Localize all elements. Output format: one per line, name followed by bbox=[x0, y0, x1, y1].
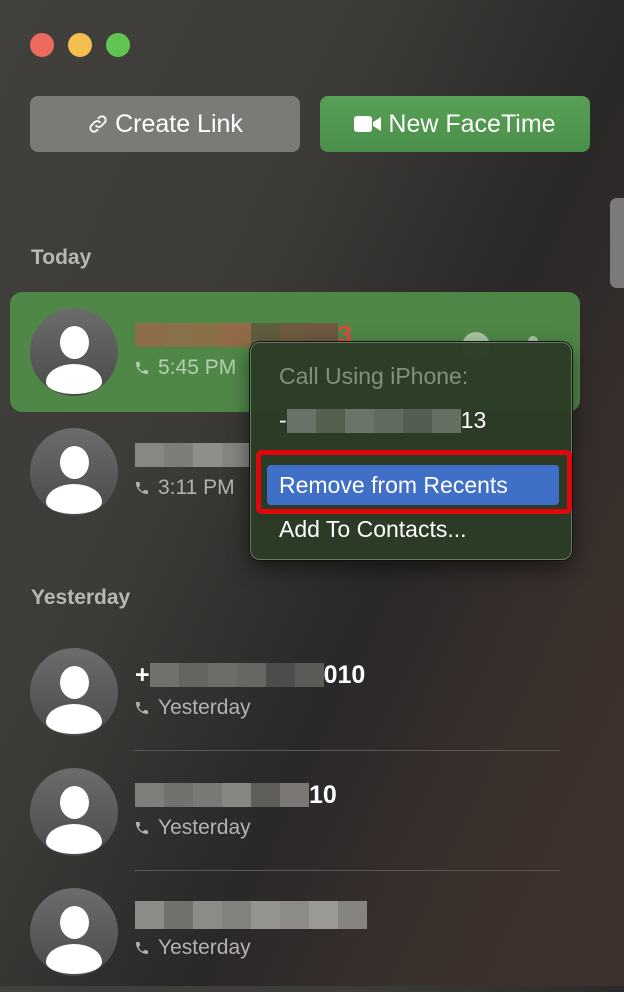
person-body-icon bbox=[46, 704, 102, 734]
call-info: Yesterday bbox=[134, 936, 251, 960]
avatar bbox=[30, 768, 118, 856]
avatar bbox=[30, 428, 118, 516]
menu-header: Call Using iPhone: bbox=[279, 363, 469, 389]
create-link-label: Create Link bbox=[115, 109, 243, 138]
redacted-number bbox=[286, 408, 461, 433]
phone-icon bbox=[136, 362, 148, 374]
redacted-name bbox=[135, 783, 309, 807]
call-info: 5:45 PM bbox=[134, 356, 236, 380]
phone-number-suffix: 13 bbox=[460, 407, 487, 433]
recent-call-row[interactable]: 10 Yesterday bbox=[10, 752, 580, 872]
call-info: Yesterday bbox=[134, 696, 251, 720]
avatar bbox=[30, 888, 118, 976]
person-head-icon bbox=[60, 906, 89, 939]
divider bbox=[134, 750, 560, 751]
redacted-name bbox=[135, 443, 251, 467]
phone-icon bbox=[136, 822, 148, 834]
new-facetime-button[interactable]: New FaceTime bbox=[320, 96, 590, 152]
redacted-name bbox=[135, 901, 367, 929]
person-head-icon bbox=[60, 326, 89, 359]
avatar bbox=[30, 648, 118, 736]
person-body-icon bbox=[46, 364, 102, 394]
avatar bbox=[30, 308, 118, 396]
context-menu: Call Using iPhone: - 13 Remove from Rece… bbox=[250, 342, 572, 560]
section-label-today: Today bbox=[31, 246, 92, 269]
call-info: Yesterday bbox=[134, 816, 251, 840]
caller-name-suffix: 010 bbox=[323, 660, 366, 689]
caller-name bbox=[135, 901, 367, 929]
person-head-icon bbox=[60, 446, 89, 479]
caller-name-suffix: 10 bbox=[309, 780, 337, 809]
person-body-icon bbox=[46, 944, 102, 974]
caller-name: 10 bbox=[135, 780, 337, 809]
divider bbox=[134, 870, 560, 871]
phone-icon bbox=[136, 482, 148, 494]
link-icon bbox=[89, 115, 107, 133]
phone-number-prefix: - bbox=[279, 407, 287, 433]
call-time: Yesterday bbox=[158, 696, 251, 719]
phone-icon bbox=[136, 942, 148, 954]
call-time: 5:45 PM bbox=[158, 356, 237, 379]
caller-name-prefix: + bbox=[135, 660, 150, 689]
add-to-contacts-menu-item[interactable]: Add To Contacts... bbox=[267, 509, 559, 549]
menu-phone-number[interactable]: - 13 bbox=[279, 407, 486, 434]
scrollbar-thumb[interactable] bbox=[610, 198, 624, 288]
maximize-window-button[interactable] bbox=[106, 33, 130, 57]
phone-icon bbox=[136, 702, 148, 714]
person-body-icon bbox=[46, 484, 102, 514]
minimize-window-button[interactable] bbox=[68, 33, 92, 57]
call-time: 3:11 PM bbox=[158, 476, 235, 499]
recent-call-row[interactable]: Yesterday bbox=[10, 872, 580, 992]
person-head-icon bbox=[60, 666, 89, 699]
create-link-button[interactable]: Create Link bbox=[30, 96, 300, 152]
close-window-button[interactable] bbox=[30, 33, 54, 57]
call-time: Yesterday bbox=[158, 816, 251, 839]
call-time: Yesterday bbox=[158, 936, 251, 959]
window-controls bbox=[30, 33, 130, 57]
caller-name bbox=[135, 442, 251, 468]
new-facetime-label: New FaceTime bbox=[388, 109, 556, 138]
call-info: 3:11 PM bbox=[134, 476, 235, 500]
person-head-icon bbox=[60, 786, 89, 819]
person-body-icon bbox=[46, 824, 102, 854]
section-label-yesterday: Yesterday bbox=[31, 586, 131, 609]
recent-call-row[interactable]: + 010 Yesterday bbox=[10, 632, 580, 752]
video-camera-icon bbox=[354, 116, 382, 132]
remove-from-recents-menu-item[interactable]: Remove from Recents bbox=[267, 465, 559, 505]
caller-name: + 010 bbox=[135, 660, 366, 689]
redacted-name bbox=[149, 663, 324, 687]
